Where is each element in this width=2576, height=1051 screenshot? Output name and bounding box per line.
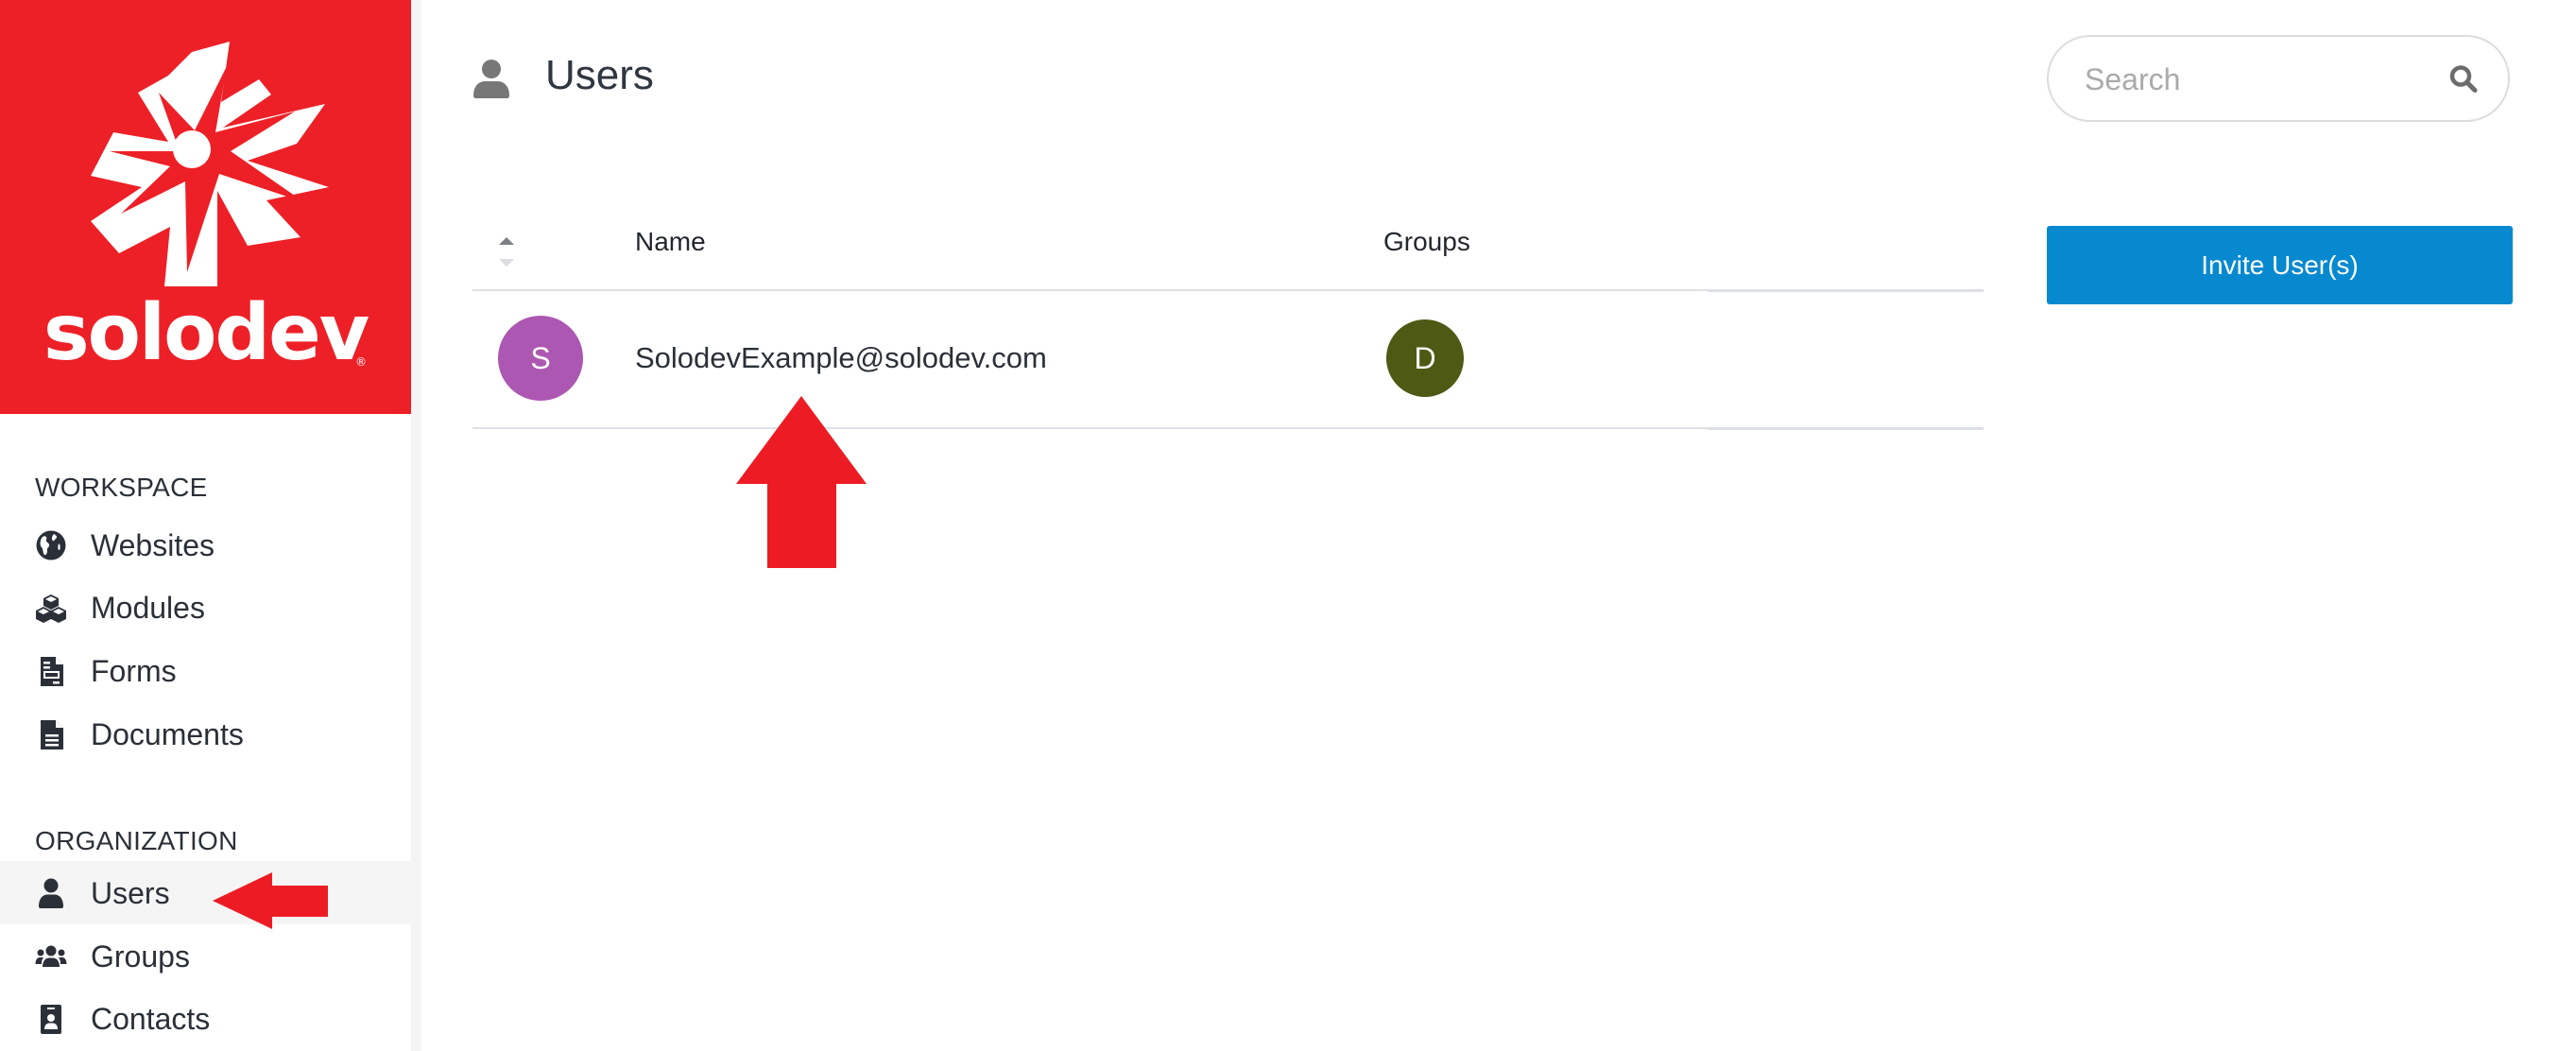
sidebar-item-modules[interactable]: Modules [0, 577, 411, 639]
id-badge-icon [35, 1003, 67, 1035]
cubes-icon [35, 592, 67, 624]
sidebar-item-label: Websites [91, 528, 215, 562]
sidebar-item-groups[interactable]: Groups [0, 925, 411, 988]
table-divider [472, 427, 1984, 430]
table-header: Name Groups [472, 208, 1984, 289]
search-box[interactable] [2047, 35, 2510, 122]
sidebar: solodev ® WORKSPACE Websites Modules For… [0, 0, 411, 1051]
search-icon[interactable] [2448, 64, 2479, 93]
users-group-icon [35, 940, 67, 973]
group-badge[interactable]: D [1386, 319, 1464, 397]
annotation-arrow-up [736, 396, 867, 568]
user-icon [473, 60, 509, 98]
sidebar-item-contacts[interactable]: Contacts [0, 988, 411, 1050]
sidebar-item-websites[interactable]: Websites [0, 514, 411, 577]
sidebar-divider [411, 0, 421, 1051]
logo-wordmark: solodev [43, 288, 369, 378]
globe-icon [35, 529, 67, 561]
sidebar-item-label: Modules [91, 591, 205, 625]
registered-mark: ® [355, 355, 367, 369]
column-header-groups[interactable]: Groups [1383, 229, 1470, 255]
sidebar-item-users[interactable]: Users [0, 861, 411, 924]
table-row[interactable]: S SolodevExample@solodev.com D [472, 291, 1984, 427]
sidebar-item-documents[interactable]: Documents [0, 703, 411, 766]
sidebar-item-label: Users [91, 875, 170, 910]
annotation-arrow-left [213, 872, 328, 929]
section-label-organization: ORGANIZATION [35, 826, 238, 855]
column-header-name[interactable]: Name [635, 229, 706, 255]
invite-users-button[interactable]: Invite User(s) [2047, 226, 2513, 304]
user-avatar: S [498, 316, 583, 401]
document-icon [35, 718, 67, 750]
sidebar-item-label: Forms [91, 654, 177, 688]
sidebar-item-label: Documents [91, 717, 244, 751]
sidebar-item-forms[interactable]: Forms [0, 640, 411, 702]
sort-toggle-icon[interactable] [498, 233, 515, 270]
user-email[interactable]: SolodevExample@solodev.com [635, 343, 1047, 372]
sidebar-item-label: Contacts [91, 1002, 211, 1036]
form-document-icon [35, 655, 67, 687]
solodev-logo[interactable]: solodev ® [0, 0, 411, 414]
page-title: Users [545, 52, 654, 98]
user-icon [35, 877, 67, 909]
search-input[interactable] [2083, 37, 2446, 122]
section-label-workspace: WORKSPACE [35, 473, 208, 502]
sidebar-item-label: Groups [91, 939, 190, 973]
